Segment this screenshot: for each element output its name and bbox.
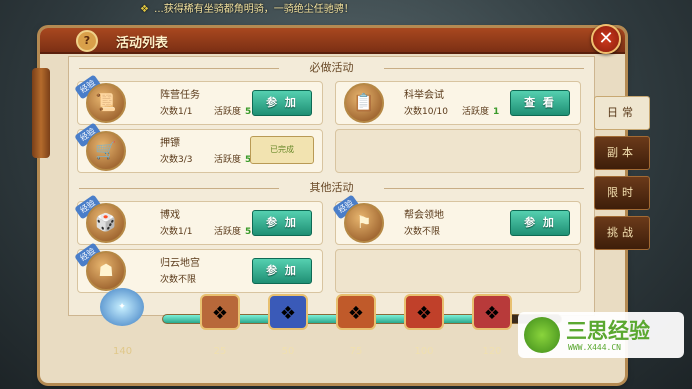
activity-card-empty — [335, 129, 581, 173]
activity-active: 活跃度 5 — [214, 227, 252, 237]
view-button[interactable]: 查 看 — [510, 90, 570, 116]
join-button[interactable]: 参 加 — [510, 210, 570, 236]
activity-points-value: 140 — [113, 346, 133, 357]
window-title: 活动列表 — [116, 36, 169, 51]
activity-count: 次数10/10 — [404, 107, 448, 117]
activity-name: 科举会试 — [404, 90, 444, 101]
reward-milestone-label: 50 — [281, 346, 295, 357]
tab-limited[interactable]: 限时 — [594, 176, 650, 210]
exam-scroll-icon: 📋 — [344, 83, 384, 123]
reward-chest-icon[interactable]: ❖ — [404, 294, 444, 330]
reward-milestone-label: 100 — [414, 346, 434, 357]
activity-card-gamble: 经验 🎲 博戏 次数1/1 活跃度 5 参 加 — [74, 194, 323, 245]
activity-name: 博戏 — [160, 210, 180, 221]
title-bar: ? 活动列表 ✕ — [40, 24, 625, 54]
watermark-logo-icon — [524, 317, 560, 353]
activity-active: 活跃度 1 — [462, 107, 500, 117]
activity-name: 帮会领地 — [404, 210, 444, 221]
completed-stamp: 已完成 — [250, 136, 314, 164]
watermark-url: WWW.X444.CN — [568, 343, 621, 352]
activity-active: 活跃度 5 — [214, 107, 252, 117]
reward-milestone-label: 25 — [213, 346, 227, 357]
reward-milestone-label: 75 — [349, 346, 363, 357]
activity-card-escort: 经验 🛒 押镖 次数3/3 活跃度 5 已完成 — [74, 122, 323, 173]
cart-icon: 🛒 — [86, 131, 126, 171]
activity-points-icon: ✦ — [100, 288, 144, 326]
activity-card-camp: 经验 📜 阵营任务 次数1/1 活跃度 5 参 加 — [74, 74, 323, 125]
dice-icon: 🎲 — [86, 203, 126, 243]
tab-daily[interactable]: 日常 — [594, 96, 650, 130]
reward-chest-icon[interactable]: ❖ — [336, 294, 376, 330]
ticker-text: ...获得稀有坐骑都角明骑，一骑绝尘任驰骋！ — [154, 4, 354, 14]
tab-dungeon[interactable]: 副本 — [594, 136, 650, 170]
section-required-title: 必做活动 — [69, 59, 594, 77]
activity-card-guild: 经验 ⚑ 帮会领地 次数不限 参 加 — [332, 194, 581, 245]
scroll-decoration — [32, 68, 50, 158]
activity-active: 活跃度 5 — [214, 155, 252, 165]
scroll-icon: 📜 — [86, 83, 126, 123]
question-icon[interactable]: ? — [76, 30, 98, 52]
join-button[interactable]: 参 加 — [252, 90, 312, 116]
tab-challenge[interactable]: 挑战 — [594, 216, 650, 250]
join-button[interactable]: 参 加 — [252, 210, 312, 236]
activity-name: 归云地宫 — [160, 258, 200, 269]
reward-chest-icon[interactable]: ❖ — [472, 294, 512, 330]
reward-chest-icon[interactable]: ❖ — [268, 294, 308, 330]
activity-count: 次数不限 — [404, 227, 441, 237]
watermark-title: 三思经验 — [566, 319, 650, 343]
reward-milestone-label: 120 — [482, 346, 502, 357]
close-button[interactable]: ✕ — [591, 24, 621, 54]
activity-count: 次数1/1 — [160, 107, 193, 117]
banner-icon: ⚑ — [344, 203, 384, 243]
activity-name: 押镖 — [160, 138, 180, 149]
activity-list: 必做活动 经验 📜 阵营任务 次数1/1 活跃度 5 参 加 📋 科举会试 次数1… — [68, 56, 595, 316]
activity-count: 次数3/3 — [160, 155, 193, 165]
activity-card-exam: 📋 科举会试 次数10/10 活跃度 1 查 看 — [335, 81, 581, 125]
section-other-title: 其他活动 — [69, 179, 594, 197]
horn-icon: ❖ — [140, 4, 149, 14]
reward-chest-icon[interactable]: ❖ — [200, 294, 240, 330]
activity-count: 次数1/1 — [160, 227, 193, 237]
activity-name: 阵营任务 — [160, 90, 200, 101]
watermark: 三思经验 WWW.X444.CN — [518, 312, 684, 358]
ticker-bar: ❖ ...获得稀有坐骑都角明骑，一骑绝尘任驰骋！ — [140, 0, 440, 14]
